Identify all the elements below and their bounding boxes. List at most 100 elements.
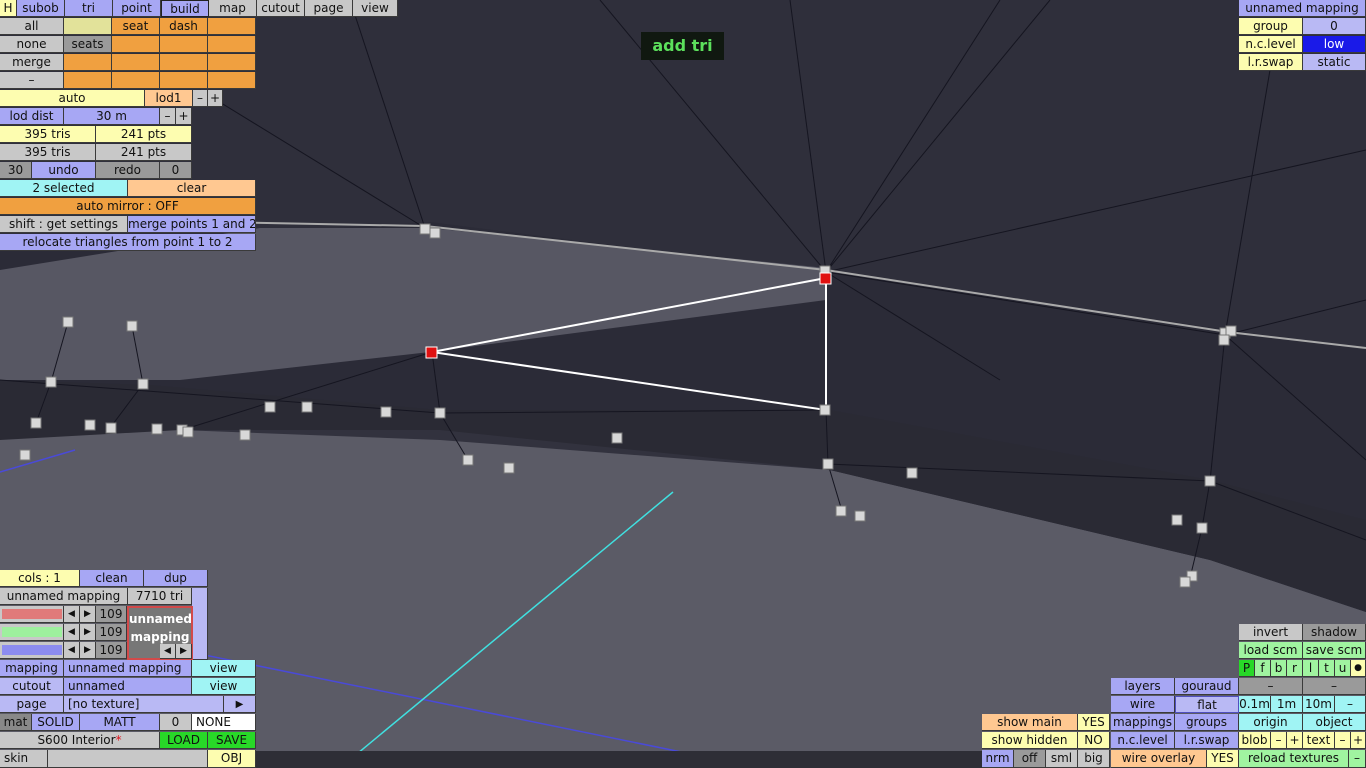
flag-f[interactable]: f [1255, 660, 1271, 677]
undo-button[interactable]: undo [32, 162, 96, 179]
minus-button[interactable]: – [0, 72, 64, 89]
group-slot[interactable] [160, 54, 208, 71]
matt-button[interactable]: MATT [80, 714, 160, 731]
vertex-point[interactable] [264, 401, 276, 413]
blue-increase-icon[interactable]: ▶ [80, 642, 96, 659]
save-scm-button[interactable]: save scm [1303, 642, 1366, 659]
vertex-point[interactable] [419, 223, 431, 235]
vertex-point[interactable] [1218, 334, 1230, 346]
wire-overlay-toggle[interactable]: YES [1207, 750, 1239, 768]
blob-minus-button[interactable]: – [1271, 732, 1287, 749]
mapping-scrollbar[interactable] [192, 588, 208, 660]
vertex-point[interactable] [105, 422, 117, 434]
help-button[interactable]: H [0, 0, 17, 17]
blue-decrease-icon[interactable]: ◀ [64, 642, 80, 659]
group-slot[interactable] [208, 18, 256, 35]
vertex-point[interactable] [819, 404, 831, 416]
green-decrease-icon[interactable]: ◀ [64, 624, 80, 641]
cutout-select[interactable]: unnamed [64, 678, 192, 695]
get-settings-button[interactable]: shift : get settings [0, 216, 128, 233]
mat-name[interactable]: NONE [192, 714, 256, 731]
selected-vertex-point[interactable] [425, 346, 438, 359]
vertex-point[interactable] [434, 407, 446, 419]
vertex-point[interactable] [822, 458, 834, 470]
vertex-point[interactable] [84, 419, 96, 431]
green-increase-icon[interactable]: ▶ [80, 624, 96, 641]
group-slot[interactable] [112, 72, 160, 89]
flag-t[interactable]: t [1319, 660, 1335, 677]
snap-01m-button[interactable]: 0.1m [1239, 696, 1271, 713]
vertex-point[interactable] [1179, 576, 1191, 588]
vertex-point[interactable] [137, 378, 149, 390]
select-none-button[interactable]: none [0, 36, 64, 53]
mappings-button[interactable]: mappings [1111, 714, 1175, 731]
tab-subob[interactable]: subob [17, 0, 65, 17]
lod-dist-minus-button[interactable]: – [160, 108, 176, 125]
preview-next-icon[interactable]: ▶ [176, 644, 192, 659]
skin-select[interactable] [48, 750, 208, 768]
clear-selection-button[interactable]: clear [128, 180, 256, 197]
lod-auto-button[interactable]: auto [0, 90, 145, 107]
flag-u[interactable]: u [1335, 660, 1351, 677]
flag-dot-icon[interactable]: ● [1351, 660, 1366, 677]
tab-build[interactable]: build [161, 0, 209, 17]
nrm-button[interactable]: nrm [982, 750, 1014, 768]
vertex-point[interactable] [906, 467, 918, 479]
auto-mirror-toggle[interactable]: auto mirror : OFF [0, 198, 256, 215]
flag-b[interactable]: b [1271, 660, 1287, 677]
selected-vertex-point[interactable] [819, 272, 832, 285]
mapping-name[interactable]: unnamed mapping [1239, 0, 1366, 17]
flat-button[interactable]: flat [1175, 696, 1239, 713]
vertex-point[interactable] [239, 429, 251, 441]
vertex-point[interactable] [62, 316, 74, 328]
load-scm-button[interactable]: load scm [1239, 642, 1303, 659]
vertex-point[interactable] [301, 401, 313, 413]
vertex-point[interactable] [1171, 514, 1183, 526]
groups-button[interactable]: groups [1175, 714, 1239, 731]
mapping-view-button[interactable]: view [192, 660, 256, 677]
lod-dist-value[interactable]: 30 m [64, 108, 160, 125]
wire-button[interactable]: wire [1111, 696, 1175, 713]
mapping-select[interactable]: unnamed mapping [64, 660, 192, 677]
lod-plus-button[interactable]: + [208, 90, 223, 107]
text-minus-button[interactable]: – [1335, 732, 1351, 749]
relocate-triangles-button[interactable]: relocate triangles from point 1 to 2 [0, 234, 256, 251]
show-main-toggle[interactable]: YES [1078, 714, 1110, 731]
vertex-point[interactable] [462, 454, 474, 466]
group-slot[interactable] [64, 54, 112, 71]
group-slot[interactable] [208, 54, 256, 71]
load-button[interactable]: LOAD [160, 732, 208, 749]
solid-button[interactable]: SOLID [32, 714, 80, 731]
group-slot[interactable] [112, 54, 160, 71]
tab-page[interactable]: page [305, 0, 353, 17]
red-increase-icon[interactable]: ▶ [80, 606, 96, 623]
blob-plus-button[interactable]: + [1287, 732, 1303, 749]
vertex-point[interactable] [835, 505, 847, 517]
snap-minus-button[interactable]: – [1303, 678, 1366, 695]
flag-p[interactable]: P [1239, 660, 1255, 677]
page-next-icon[interactable]: ▶ [224, 696, 256, 713]
flag-r[interactable]: r [1287, 660, 1303, 677]
red-value[interactable]: 109 [96, 606, 127, 623]
cutout-view-button[interactable]: view [192, 678, 256, 695]
mat-number[interactable]: 0 [160, 714, 192, 731]
flag-l[interactable]: l [1303, 660, 1319, 677]
layers-button[interactable]: layers [1111, 678, 1175, 695]
reload-dash-button[interactable]: – [1349, 750, 1366, 768]
vertex-point[interactable] [30, 417, 42, 429]
preview-prev-icon[interactable]: ◀ [160, 644, 176, 659]
lod-minus-button[interactable]: – [193, 90, 208, 107]
vertex-point[interactable] [19, 449, 31, 461]
gouraud-button[interactable]: gouraud [1175, 678, 1239, 695]
vertex-point[interactable] [854, 510, 866, 522]
shadow-button[interactable]: shadow [1303, 624, 1366, 641]
vertex-point[interactable] [45, 376, 57, 388]
seats-button[interactable]: seats [64, 36, 112, 53]
snap-minus-button[interactable]: – [1239, 678, 1303, 695]
big-button[interactable]: big [1078, 750, 1110, 768]
vertex-point[interactable] [380, 406, 392, 418]
vertex-point[interactable] [429, 227, 441, 239]
invert-button[interactable]: invert [1239, 624, 1303, 641]
lr-swap-button[interactable]: l.r.swap [1175, 732, 1239, 749]
snap-dash-button[interactable]: – [1335, 696, 1366, 713]
